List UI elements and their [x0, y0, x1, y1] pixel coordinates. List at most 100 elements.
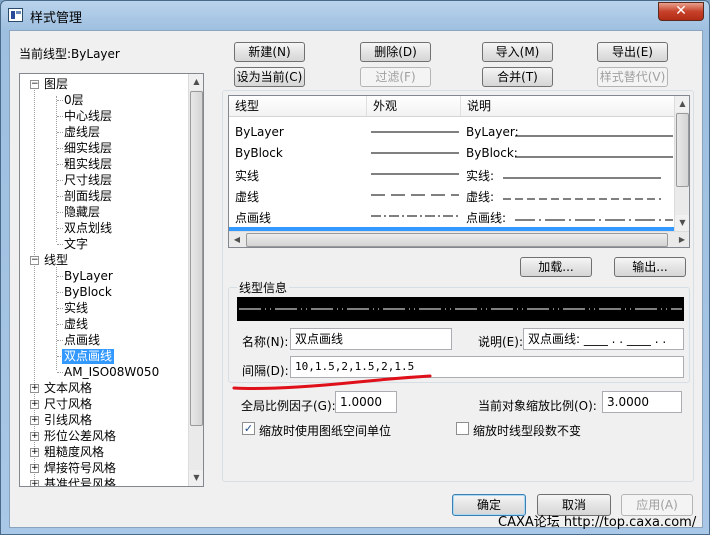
list-row[interactable]: 点画线 点画线:	[229, 206, 674, 226]
linetype-appearance-sample	[371, 173, 459, 175]
scroll-up-icon[interactable]: ▲	[189, 74, 203, 90]
tree-node-linetype-selected[interactable]: 双点画线	[62, 349, 115, 364]
description-pattern-sample	[503, 198, 661, 200]
load-button[interactable]: 加载...	[520, 257, 592, 277]
set-current-button[interactable]: 设为当前(C)	[234, 67, 305, 87]
red-annotation-stroke	[232, 374, 432, 391]
tree-node-layer[interactable]: 剖面线层	[64, 189, 112, 204]
column-header-description[interactable]: 说明	[461, 96, 675, 117]
list-row[interactable]: 虚线 虚线:	[229, 185, 674, 205]
paper-space-units-checkbox[interactable]: ✓	[242, 422, 255, 435]
expand-minus-icon[interactable]: −	[30, 256, 39, 265]
linetype-description-cell: ByLayer:	[466, 125, 519, 139]
merge-button[interactable]: 合并(T)	[482, 67, 553, 87]
list-row[interactable]: 实线 实线:	[229, 164, 674, 184]
column-header-name[interactable]: 线型	[229, 96, 367, 117]
tree-connector	[57, 308, 63, 309]
tree-node-layers[interactable]: 图层	[44, 77, 68, 92]
tree-node-layer[interactable]: 0层	[64, 93, 84, 108]
tree-node-layer[interactable]: 双点划线	[64, 221, 112, 236]
global-scale-label: 全局比例因子(G):	[241, 399, 336, 413]
current-linetype-label: 当前线型:ByLayer	[19, 47, 120, 61]
expand-minus-icon[interactable]: −	[30, 80, 39, 89]
name-label: 名称(N):	[242, 335, 289, 349]
linetype-description-cell: 实线:	[466, 169, 495, 183]
tree-node-linetype[interactable]: AM_ISO08W050	[64, 365, 159, 380]
delete-button[interactable]: 删除(D)	[360, 42, 431, 62]
close-button[interactable]: ✕	[658, 2, 704, 21]
tree-node-style-category[interactable]: 焊接符号风格	[44, 461, 116, 476]
export-button[interactable]: 导出(E)	[597, 42, 668, 62]
expand-plus-icon[interactable]: +	[30, 448, 39, 457]
tree-node-layer[interactable]: 虚线层	[64, 125, 100, 140]
tree-scroll-thumb[interactable]	[190, 91, 203, 426]
description-pattern-sample	[503, 177, 661, 179]
tree-scrollbar[interactable]: ▲ ▼	[188, 74, 203, 486]
tree-node-layer[interactable]: 细实线层	[64, 141, 112, 156]
current-scale-field[interactable]: 3.0000	[602, 391, 682, 413]
expand-plus-icon[interactable]: +	[30, 432, 39, 441]
column-header-appearance[interactable]: 外观	[367, 96, 461, 117]
tree-node-linetype[interactable]: ByLayer	[64, 269, 113, 284]
linetype-list[interactable]: 线型 外观 说明 ByLayer ByLayer: ByBlock ByBlock: 实…	[228, 95, 690, 248]
scroll-left-icon[interactable]: ◀	[229, 232, 245, 247]
list-hscroll-thumb[interactable]	[246, 233, 668, 247]
import-button[interactable]: 导入(M)	[482, 42, 553, 62]
tree-connector	[57, 340, 63, 341]
tree-node-style-category[interactable]: 基准代号风格	[44, 477, 116, 486]
description-pattern-sample	[515, 156, 673, 158]
tree-connector	[57, 116, 63, 117]
tree-node-style-category[interactable]: 文本风格	[44, 381, 92, 396]
tree-node-layer[interactable]: 中心线层	[64, 109, 112, 124]
expand-plus-icon[interactable]: +	[30, 384, 39, 393]
tree-linetypes-line	[56, 267, 57, 370]
tree-node-layer[interactable]: 粗实线层	[64, 157, 112, 172]
description-field[interactable]: 双点画线: ____ . . ____ . .	[523, 328, 684, 350]
global-scale-field[interactable]: 1.0000	[335, 391, 397, 413]
expand-plus-icon[interactable]: +	[30, 480, 39, 486]
list-hscrollbar[interactable]: ◀ ▶	[229, 231, 689, 247]
tree-connector	[57, 244, 63, 245]
list-vscrollbar[interactable]: ▲ ▼	[674, 96, 689, 231]
tree-node-linetype[interactable]: 虚线	[64, 317, 88, 332]
expand-plus-icon[interactable]: +	[30, 400, 39, 409]
tree-node-layer[interactable]: 文字	[64, 237, 88, 252]
scroll-down-icon[interactable]: ▼	[675, 215, 689, 231]
name-field[interactable]: 双点画线	[290, 328, 452, 350]
linetype-description-cell: ByBlock:	[466, 146, 518, 160]
scroll-up-icon[interactable]: ▲	[675, 96, 689, 112]
tree-node-style-category[interactable]: 尺寸风格	[44, 397, 92, 412]
list-row[interactable]: ByBlock ByBlock:	[229, 143, 674, 163]
linetype-name-cell: 点画线	[235, 211, 272, 225]
tree-connector	[57, 276, 63, 277]
new-button[interactable]: 新建(N)	[234, 42, 305, 62]
replace-style-button: 样式替代(V)	[597, 67, 668, 87]
linetype-name-cell: 实线	[235, 169, 260, 183]
tree-node-style-category[interactable]: 引线风格	[44, 413, 92, 428]
tree-node-layer[interactable]: 隐藏层	[64, 205, 100, 220]
tree-connector	[57, 164, 63, 165]
output-button[interactable]: 输出...	[614, 257, 686, 277]
tree-connector	[57, 132, 63, 133]
tree-node-linetypes[interactable]: 线型	[44, 253, 68, 268]
window-title: 样式管理	[30, 11, 83, 26]
scroll-right-icon[interactable]: ▶	[674, 232, 689, 247]
tree-connector	[57, 180, 63, 181]
style-tree[interactable]: − 图层 0层 中心线层 虚线层 细实线层 粗实线层 尺寸线层 剖面线层 隐藏层 双点划线 文字 …	[19, 73, 204, 487]
linetype-appearance-sample	[371, 215, 459, 217]
tree-node-linetype[interactable]: 点画线	[64, 333, 100, 348]
scroll-down-icon[interactable]: ▼	[189, 470, 203, 486]
list-row[interactable]: ByLayer ByLayer:	[229, 122, 674, 142]
expand-plus-icon[interactable]: +	[30, 416, 39, 425]
tree-node-layer[interactable]: 尺寸线层	[64, 173, 112, 188]
tree-connector	[57, 100, 63, 101]
tree-node-style-category[interactable]: 形位公差风格	[44, 429, 116, 444]
list-vscroll-thumb[interactable]	[676, 113, 689, 187]
tree-node-style-category[interactable]: 粗糙度风格	[44, 445, 104, 460]
linetype-appearance-sample	[371, 152, 459, 154]
linetype-name-cell: ByBlock	[235, 146, 283, 160]
tree-node-linetype[interactable]: 实线	[64, 301, 88, 316]
tree-node-linetype[interactable]: ByBlock	[64, 285, 112, 300]
keep-segments-checkbox[interactable]	[456, 422, 469, 435]
expand-plus-icon[interactable]: +	[30, 464, 39, 473]
